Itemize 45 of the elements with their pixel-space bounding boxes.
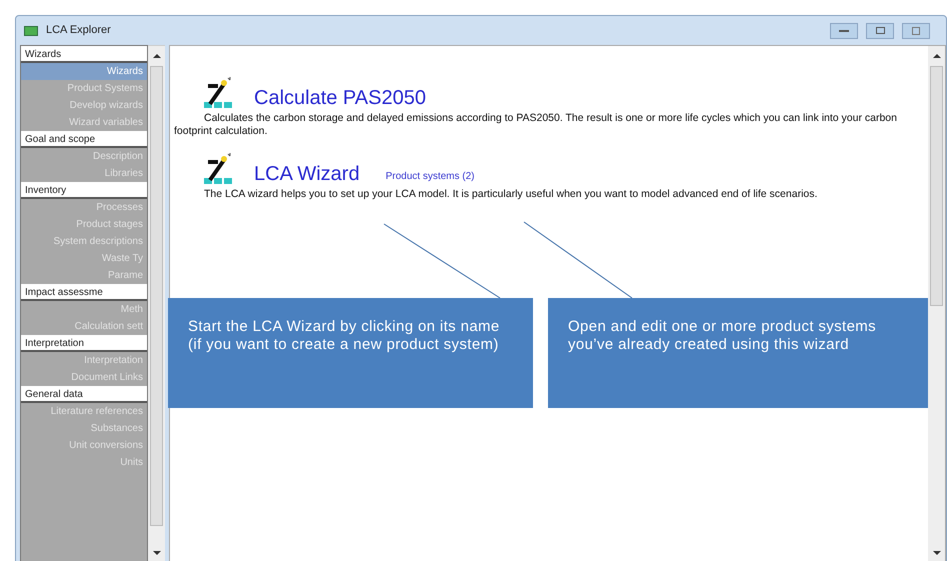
sidebar-item[interactable]: Description bbox=[21, 148, 147, 165]
content-scrollbar[interactable] bbox=[928, 46, 945, 561]
callout: Start the LCA Wizard by clicking on its name (if you want to create a new product system) bbox=[168, 298, 533, 408]
group-header[interactable]: Goal and scope bbox=[21, 131, 147, 148]
group-header[interactable]: Inventory bbox=[21, 182, 147, 199]
group-header[interactable]: Wizards bbox=[21, 46, 147, 63]
sidebar-item[interactable]: Wizards bbox=[21, 63, 147, 80]
sidebar-item[interactable]: Product Systems bbox=[21, 80, 147, 97]
sidebar-item[interactable]: Unit conversions bbox=[21, 437, 147, 454]
sidebar-item[interactable]: Meth bbox=[21, 301, 147, 318]
group-header[interactable]: Interpretation bbox=[21, 335, 147, 352]
scroll-down-icon[interactable] bbox=[152, 551, 160, 555]
scroll-down-icon[interactable] bbox=[932, 551, 940, 555]
sidebar-item[interactable]: Parame bbox=[21, 267, 147, 284]
sidebar-item[interactable]: Develop wizards bbox=[21, 97, 147, 114]
sidebar-item[interactable]: Wizard variables bbox=[21, 114, 147, 131]
maximize-button[interactable] bbox=[866, 22, 894, 38]
wizard-description: The LCA wizard helps you to set up your LCA model. It is particularly useful when you want to model advanced end of life scenarios. bbox=[203, 188, 818, 201]
sidebar-item[interactable]: Literature references bbox=[21, 403, 147, 420]
close-button[interactable] bbox=[902, 22, 930, 38]
scroll-thumb[interactable] bbox=[930, 66, 943, 306]
wizard-title-link[interactable]: Calculate PAS2050 bbox=[254, 86, 426, 110]
scroll-up-icon[interactable] bbox=[152, 54, 160, 58]
group-header[interactable]: General data bbox=[21, 386, 147, 403]
scroll-thumb[interactable] bbox=[150, 66, 163, 526]
sidebar-item[interactable]: Libraries bbox=[21, 165, 147, 182]
sidebar-item[interactable]: System descriptions bbox=[21, 233, 147, 250]
scroll-up-icon[interactable] bbox=[932, 54, 940, 58]
app-icon bbox=[24, 26, 38, 36]
product-systems-link[interactable]: Product systems (2) bbox=[386, 169, 475, 184]
callout: Open and edit one or more product systems you’ve already created using this wizard bbox=[548, 298, 928, 408]
wizard-title-link[interactable]: LCA Wizard bbox=[254, 162, 360, 186]
sidebar-item[interactable]: Interpretation bbox=[21, 352, 147, 369]
sidebar-item[interactable]: Waste Ty bbox=[21, 250, 147, 267]
sidebar-item[interactable]: Processes bbox=[21, 199, 147, 216]
sidebar-item[interactable]: Calculation sett bbox=[21, 318, 147, 335]
sidebar-item[interactable]: Document Links bbox=[21, 369, 147, 386]
sidebar-item[interactable]: Substances bbox=[21, 420, 147, 437]
sidebar-scrollbar[interactable] bbox=[148, 45, 165, 561]
window-title: LCA Explorer bbox=[46, 23, 111, 38]
wizard-description: Calculates the carbon storage and delayed emissions according to PAS2050. The result is one or more life cycles which you can link into your carbon footprint calculation. bbox=[174, 112, 898, 138]
sidebar-item[interactable]: Units bbox=[21, 454, 147, 471]
group-header[interactable]: Impact assessme bbox=[21, 284, 147, 301]
sidebar-item[interactable]: Product stages bbox=[21, 216, 147, 233]
minimize-button[interactable] bbox=[830, 22, 858, 38]
